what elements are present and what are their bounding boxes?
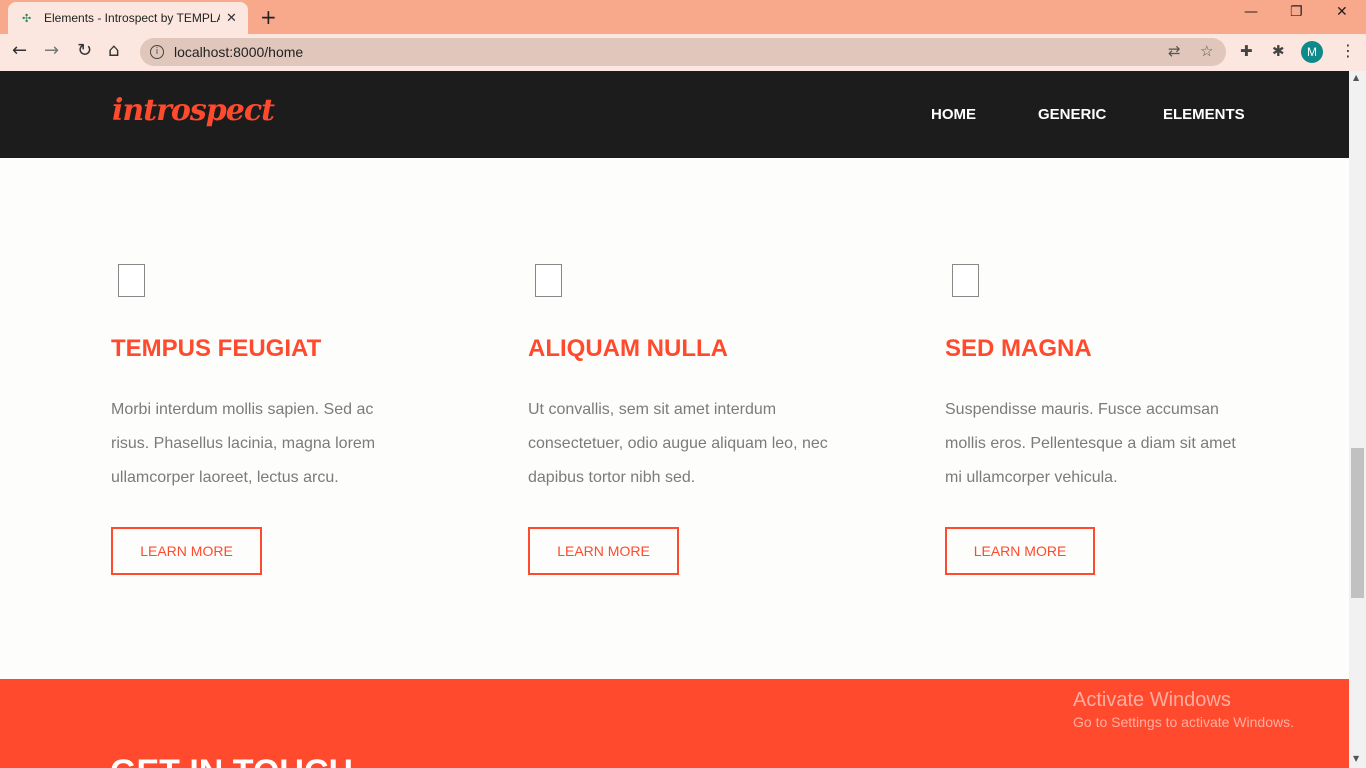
feature-icon (118, 264, 145, 297)
contact-section: GET IN TOUCH Activate Windows Go to Sett… (0, 679, 1349, 768)
nav-home[interactable]: HOME (931, 106, 976, 123)
feature-title: TEMPUS FEUGIAT (111, 335, 322, 362)
home-button[interactable]: ⌂ (108, 41, 119, 61)
scrollbar-thumb[interactable] (1351, 448, 1364, 598)
feature-title: SED MAGNA (945, 335, 1092, 362)
contact-title: GET IN TOUCH (110, 753, 353, 768)
feature-title: ALIQUAM NULLA (528, 335, 728, 362)
reload-button[interactable]: ↻ (77, 41, 92, 61)
back-button[interactable]: ← (12, 41, 27, 61)
site-logo[interactable]: introspect (112, 93, 275, 128)
scroll-down-icon[interactable]: ▼ (1353, 754, 1359, 763)
translate-icon[interactable]: ⇄ (1168, 42, 1181, 60)
page-scrollbar[interactable]: ▲ ▼ (1349, 71, 1366, 768)
feature-text: Ut convallis, sem sit amet interdum cons… (528, 401, 828, 486)
activate-windows-watermark: Activate Windows Go to Settings to activ… (1073, 689, 1294, 730)
nav-generic[interactable]: GENERIC (1038, 106, 1106, 123)
site-header: introspect HOME GENERIC ELEMENTS (0, 71, 1349, 158)
browser-tab-bar: ✣ Elements - Introspect by TEMPLATED ✕ +… (0, 0, 1366, 34)
tab-title: Elements - Introspect by TEMPLATED (44, 11, 220, 25)
tab-favicon-icon: ✣ (22, 11, 32, 25)
nav-elements[interactable]: ELEMENTS (1163, 106, 1245, 123)
feature-icon (535, 264, 562, 297)
forward-button[interactable]: → (44, 41, 59, 61)
feature-text: Suspendisse mauris. Fusce accumsan molli… (945, 401, 1236, 486)
browser-tab[interactable]: ✣ Elements - Introspect by TEMPLATED ✕ (8, 2, 248, 34)
features-section: TEMPUS FEUGIAT Morbi interdum mollis sap… (0, 158, 1349, 679)
learn-more-button[interactable]: LEARN MORE (111, 527, 262, 575)
feature-text: Morbi interdum mollis sapien. Sed ac ris… (111, 401, 376, 486)
learn-more-button[interactable]: LEARN MORE (528, 527, 679, 575)
feature-icon (952, 264, 979, 297)
browser-toolbar: ← → ↻ ⌂ i localhost:8000/home ⇄ ☆ ✚ ✱ M … (0, 34, 1366, 71)
url-text[interactable]: localhost:8000/home (174, 44, 303, 60)
maximize-button[interactable]: ❐ (1290, 4, 1303, 20)
watermark-title: Activate Windows (1073, 689, 1231, 711)
extension-icon[interactable]: ✚ (1240, 42, 1253, 60)
window-close-button[interactable]: ✕ (1336, 4, 1348, 20)
minimize-button[interactable]: — (1244, 4, 1258, 20)
extensions-puzzle-icon[interactable]: ✱ (1272, 42, 1285, 60)
scroll-up-icon[interactable]: ▲ (1353, 73, 1359, 82)
learn-more-button[interactable]: LEARN MORE (945, 527, 1095, 575)
tab-close-icon[interactable]: ✕ (226, 11, 237, 26)
profile-avatar[interactable]: M (1301, 41, 1323, 63)
watermark-subtitle: Go to Settings to activate Windows. (1073, 714, 1294, 730)
site-info-icon[interactable]: i (150, 45, 164, 59)
browser-menu-icon[interactable]: ⋮ (1340, 41, 1356, 60)
new-tab-button[interactable]: + (260, 5, 277, 29)
address-bar[interactable]: i localhost:8000/home ⇄ ☆ (140, 38, 1226, 66)
bookmark-star-icon[interactable]: ☆ (1200, 42, 1213, 60)
